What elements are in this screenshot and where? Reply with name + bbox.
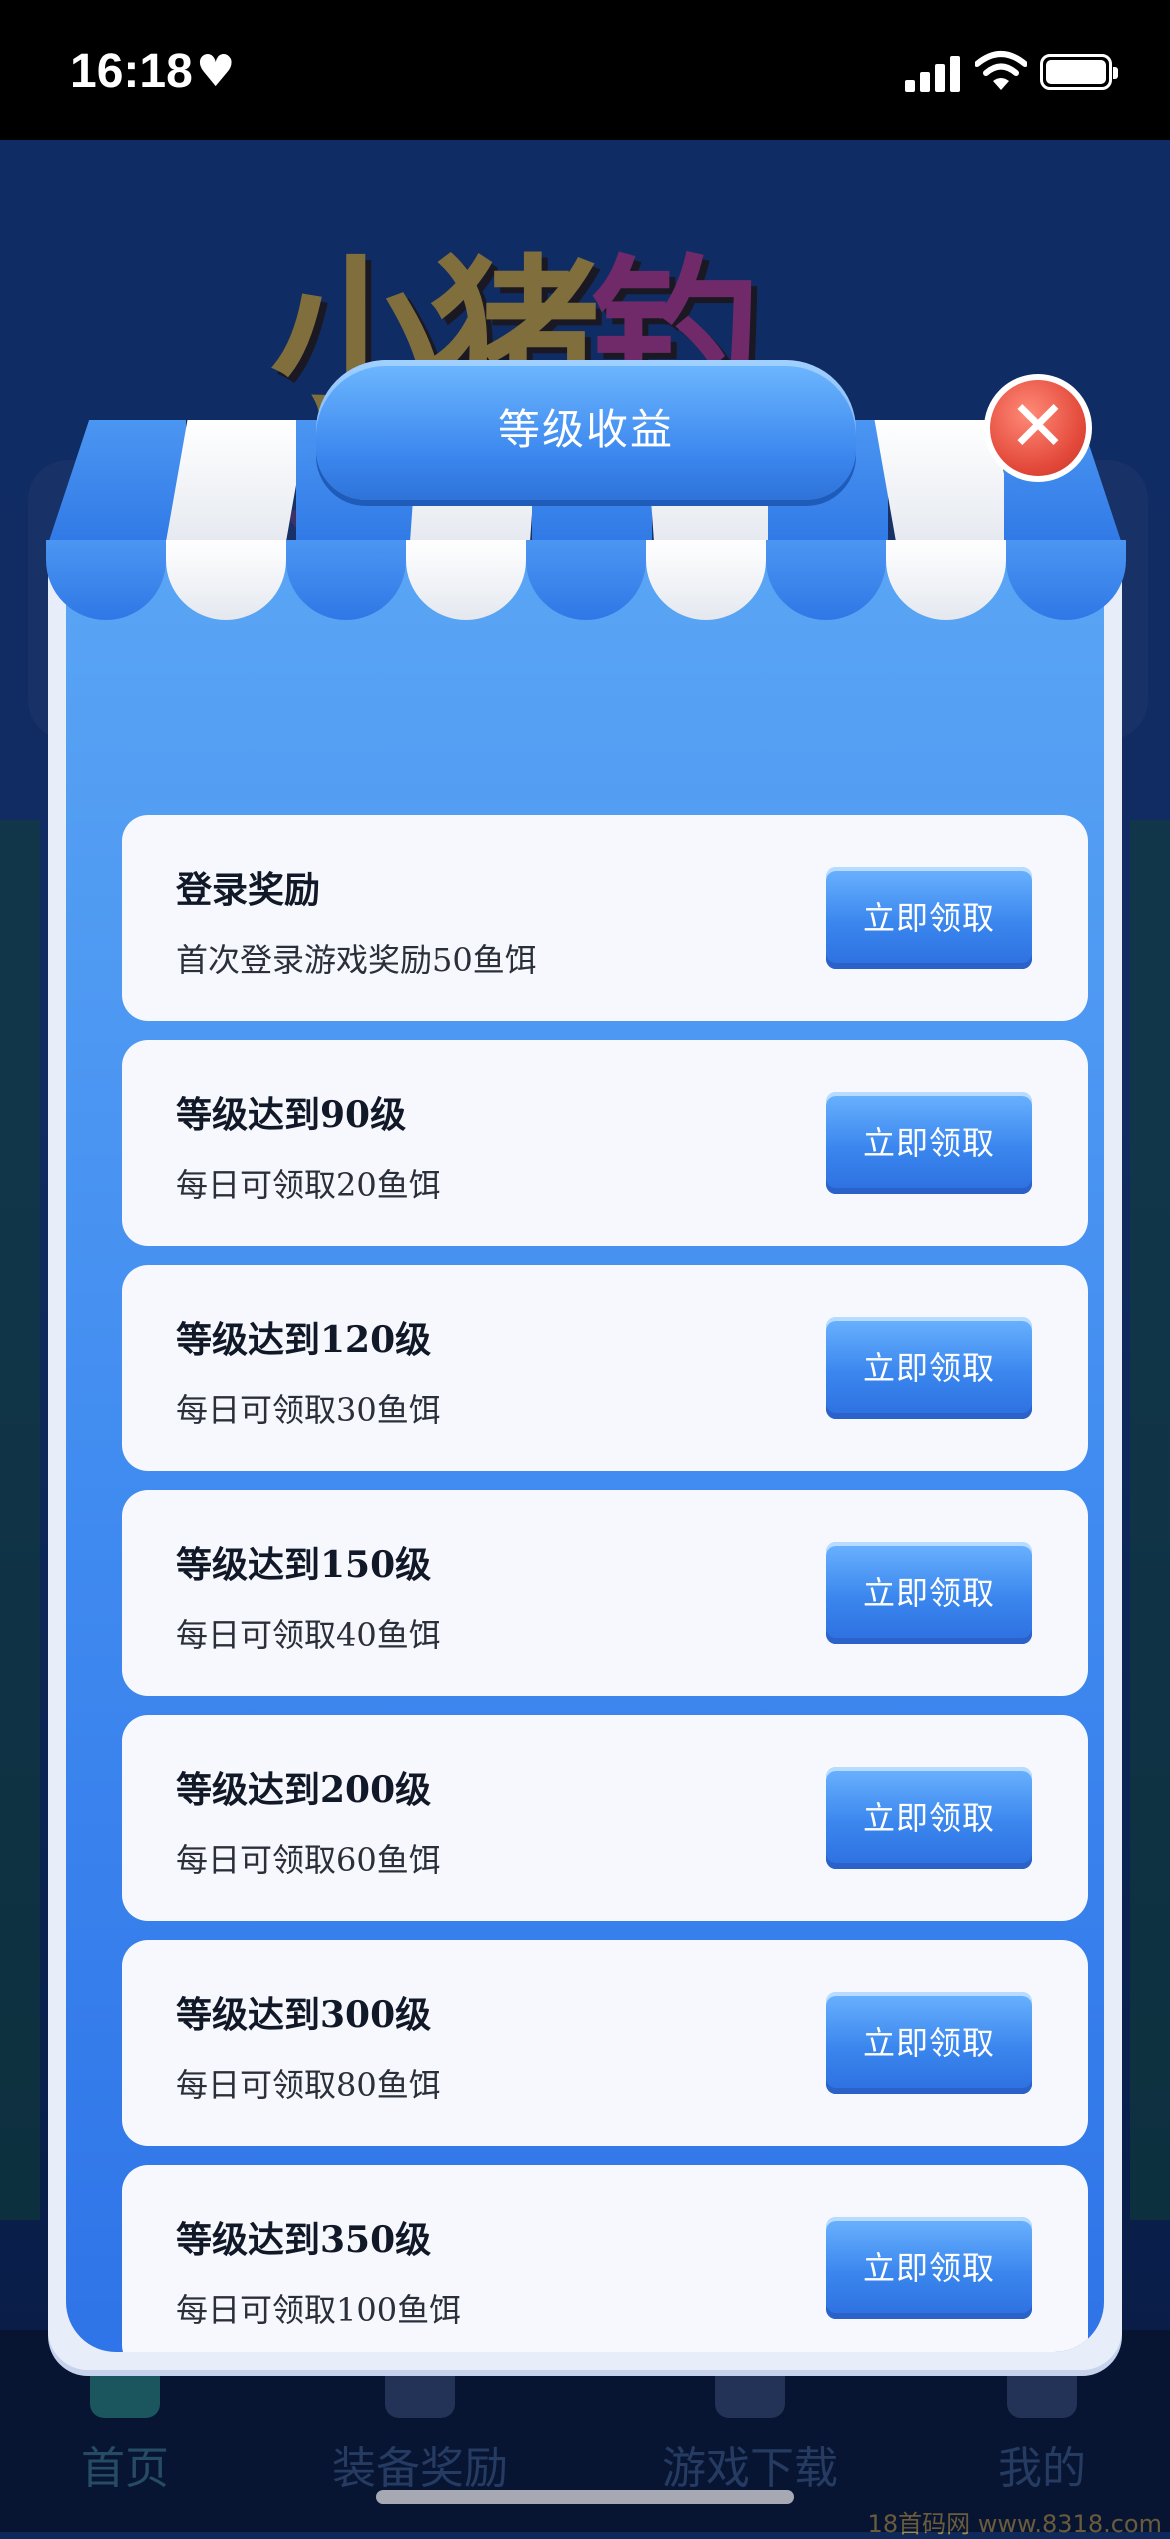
signal-icon bbox=[905, 54, 961, 92]
reward-title: 等级达到200级 bbox=[176, 1769, 432, 1811]
reward-title: 等级达到350级 bbox=[176, 2219, 432, 2261]
battery-icon bbox=[1040, 54, 1118, 90]
modal-content: 登录奖励 首次登录游戏奖励50鱼饵 立即领取 等级达到90级 每日可领取20鱼饵… bbox=[66, 540, 1104, 2352]
close-button[interactable]: ✕ bbox=[984, 374, 1092, 482]
claim-button[interactable]: 立即领取 bbox=[826, 1767, 1032, 1869]
claim-button[interactable]: 立即领取 bbox=[826, 867, 1032, 969]
reward-title: 等级达到300级 bbox=[176, 1994, 432, 2036]
claim-button[interactable]: 立即领取 bbox=[826, 1317, 1032, 1419]
claim-button[interactable]: 立即领取 bbox=[826, 1992, 1032, 2094]
reward-description: 每日可领取20鱼饵 bbox=[176, 1166, 441, 1204]
reward-title: 登录奖励 bbox=[176, 869, 321, 911]
wifi-icon bbox=[975, 51, 1027, 90]
claim-button[interactable]: 立即领取 bbox=[826, 1092, 1032, 1194]
reward-card: 等级达到90级 每日可领取20鱼饵 立即领取 bbox=[122, 1040, 1088, 1246]
reward-card: 等级达到150级 每日可领取40鱼饵 立即领取 bbox=[122, 1490, 1088, 1696]
reward-description: 每日可领取60鱼饵 bbox=[176, 1841, 441, 1879]
reward-card: 登录奖励 首次登录游戏奖励50鱼饵 立即领取 bbox=[122, 815, 1088, 1021]
claim-button[interactable]: 立即领取 bbox=[826, 2217, 1032, 2319]
reward-description: 每日可领取100鱼饵 bbox=[176, 2291, 462, 2329]
close-icon: ✕ bbox=[1008, 385, 1068, 467]
reward-description: 每日可领取40鱼饵 bbox=[176, 1616, 441, 1654]
modal-title-banner: 等级收益 bbox=[316, 360, 856, 500]
modal-title: 等级收益 bbox=[497, 405, 674, 454]
status-bar: 16:18 ♥ bbox=[0, 0, 1170, 140]
reward-list: 登录奖励 首次登录游戏奖励50鱼饵 立即领取 等级达到90级 每日可领取20鱼饵… bbox=[122, 815, 1088, 2352]
reward-card: 等级达到200级 每日可领取60鱼饵 立即领取 bbox=[122, 1715, 1088, 1921]
claim-button[interactable]: 立即领取 bbox=[826, 1542, 1032, 1644]
reward-title: 等级达到150级 bbox=[176, 1544, 432, 1586]
reward-description: 首次登录游戏奖励50鱼饵 bbox=[176, 941, 537, 979]
reward-title: 等级达到120级 bbox=[176, 1319, 432, 1361]
reward-card: 等级达到300级 每日可领取80鱼饵 立即领取 bbox=[122, 1940, 1088, 2146]
reward-description: 每日可领取30鱼饵 bbox=[176, 1391, 441, 1429]
heart-icon: ♥ bbox=[196, 46, 236, 97]
status-time: 16:18 bbox=[70, 45, 193, 98]
reward-card: 等级达到120级 每日可领取30鱼饵 立即领取 bbox=[122, 1265, 1088, 1471]
level-rewards-modal: 等级收益 ✕ 登录奖励 首次登录游戏奖励50鱼饵 立即领取 等级达到90级 每日… bbox=[46, 360, 1126, 2370]
reward-description: 每日可领取80鱼饵 bbox=[176, 2066, 441, 2104]
reward-title: 等级达到90级 bbox=[176, 1094, 407, 1136]
modal-body: 登录奖励 首次登录游戏奖励50鱼饵 立即领取 等级达到90级 每日可领取20鱼饵… bbox=[48, 540, 1122, 2370]
reward-card: 等级达到350级 每日可领取100鱼饵 立即领取 bbox=[122, 2165, 1088, 2352]
